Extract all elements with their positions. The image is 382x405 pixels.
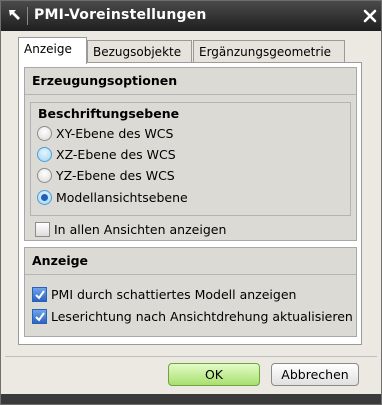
group-separator xyxy=(25,94,356,95)
checkmark-icon xyxy=(35,312,45,322)
radio-button[interactable] xyxy=(37,168,52,183)
footer-separator xyxy=(5,356,377,357)
radio-label: YZ-Ebene des WCS xyxy=(56,168,175,183)
erzeugungsoptionen-group: Erzeugungsoptionen Beschriftungsebene XY… xyxy=(24,67,357,241)
resize-arrow-icon xyxy=(9,10,20,20)
anzeige-group: Anzeige PMI durch schattiertes Modell an… xyxy=(24,247,357,337)
radio-label: XZ-Ebene des WCS xyxy=(56,147,176,162)
radio-label: XY-Ebene des WCS xyxy=(56,126,174,141)
tab-anzeige[interactable]: Anzeige xyxy=(18,37,87,64)
title-bar[interactable]: PMI-Voreinstellungen xyxy=(1,1,381,31)
checkbox-label: In allen Ansichten anzeigen xyxy=(54,222,227,237)
checkbox[interactable] xyxy=(35,222,50,237)
checkbox-label: PMI durch schattiertes Modell anzeigen xyxy=(51,287,297,302)
group-separator xyxy=(25,274,356,275)
checkbox[interactable] xyxy=(32,309,47,324)
erzeugungsoptionen-title: Erzeugungsoptionen xyxy=(32,73,178,88)
radio-button[interactable] xyxy=(37,126,52,141)
title-separator xyxy=(27,7,28,25)
checkbox[interactable] xyxy=(32,287,47,302)
ok-button[interactable]: OK xyxy=(168,363,260,386)
window-bottom-border xyxy=(1,394,381,404)
window-title: PMI-Voreinstellungen xyxy=(34,7,207,23)
beschriftungsebene-group: Beschriftungsebene XY-Ebene des WCS XZ-E… xyxy=(30,102,351,216)
close-button[interactable] xyxy=(359,6,381,26)
checkmark-icon xyxy=(35,290,45,300)
pmi-preferences-dialog: PMI-Voreinstellungen Anzeige Bezugsobjek… xyxy=(0,0,382,405)
tab-bezugsobjekte[interactable]: Bezugsobjekte xyxy=(87,40,192,63)
radio-button[interactable] xyxy=(37,190,52,205)
anzeige-title: Anzeige xyxy=(32,253,89,268)
beschriftungsebene-title: Beschriftungsebene xyxy=(38,106,180,121)
radio-button[interactable] xyxy=(37,147,52,162)
cancel-button[interactable]: Abbrechen xyxy=(271,363,359,386)
tab-panel-anzeige: Erzeugungsoptionen Beschriftungsebene XY… xyxy=(18,62,362,345)
checkbox-label: Leserichtung nach Ansichtdrehung aktuali… xyxy=(51,309,353,324)
tab-ergaenzungsgeometrie[interactable]: Ergänzungsgeometrie xyxy=(193,40,345,63)
radio-label: Modellansichtsebene xyxy=(56,190,188,205)
close-icon xyxy=(363,9,377,23)
